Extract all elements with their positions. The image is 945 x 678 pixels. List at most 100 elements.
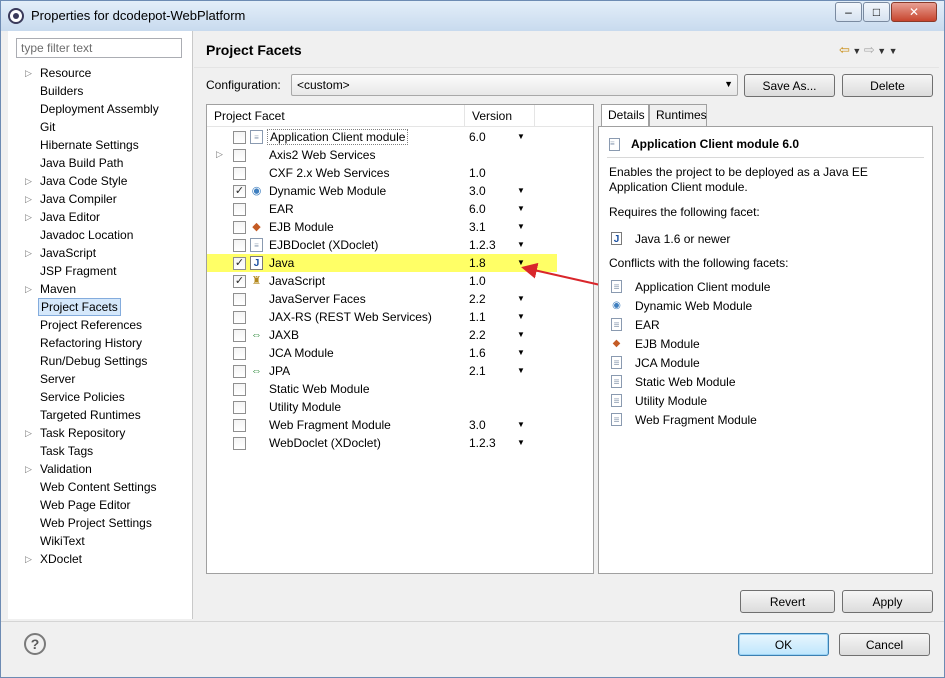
facet-version[interactable]: 1.2.3	[469, 238, 496, 252]
facet-version[interactable]: 3.0	[469, 418, 486, 432]
facet-version[interactable]: 3.1	[469, 220, 486, 234]
sidebar-item[interactable]: Server	[8, 370, 193, 388]
sidebar-item[interactable]: ▷ Validation	[8, 460, 193, 478]
facet-row[interactable]: CXF 2.x Web Services 1.0	[207, 164, 593, 182]
sidebar-item[interactable]: Task Tags	[8, 442, 193, 460]
expand-arrow-icon[interactable]: ▷	[25, 550, 35, 568]
facet-row[interactable]: Web Fragment Module 3.0 ▼	[207, 416, 593, 434]
chevron-down-icon[interactable]: ▼	[517, 186, 525, 195]
facet-row[interactable]: JPA 2.1 ▼	[207, 362, 593, 380]
facet-row[interactable]: EJB Module 3.1 ▼	[207, 218, 593, 236]
facet-row[interactable]: Application Client module 6.0 ▼	[207, 128, 593, 146]
facet-version[interactable]: 1.0	[469, 166, 486, 180]
expand-arrow-icon[interactable]: ▷	[25, 460, 35, 478]
facet-row[interactable]: EAR 6.0 ▼	[207, 200, 593, 218]
expand-arrow-icon[interactable]: ▷	[25, 244, 35, 262]
facet-version[interactable]: 2.1	[469, 364, 486, 378]
sidebar-item[interactable]: ▷ Java Code Style	[8, 172, 193, 190]
facet-checkbox[interactable]: ✓	[233, 257, 246, 270]
chevron-down-icon[interactable]: ▼	[517, 330, 525, 339]
sidebar-item[interactable]: Refactoring History	[8, 334, 193, 352]
facet-version[interactable]: 2.2	[469, 328, 486, 342]
sidebar-item[interactable]: Git	[8, 118, 193, 136]
sidebar-item[interactable]: ▷ Maven	[8, 280, 193, 298]
facet-version[interactable]: 6.0	[469, 202, 486, 216]
facet-checkbox[interactable]	[233, 401, 246, 414]
sidebar-item[interactable]: Java Build Path	[8, 154, 193, 172]
facet-checkbox[interactable]	[233, 365, 246, 378]
facet-version[interactable]: 1.1	[469, 310, 486, 324]
sidebar-item[interactable]: ▷ XDoclet	[8, 550, 193, 568]
filter-input[interactable]	[16, 38, 182, 58]
facet-checkbox[interactable]	[233, 149, 246, 162]
chevron-down-icon[interactable]: ▼	[875, 46, 889, 56]
save-as-button[interactable]: Save As...	[744, 74, 835, 97]
sidebar-item[interactable]: Service Policies	[8, 388, 193, 406]
sidebar-item[interactable]: Targeted Runtimes	[8, 406, 193, 424]
facet-version[interactable]: 2.2	[469, 292, 486, 306]
view-menu-icon[interactable]: ▼	[889, 46, 898, 56]
facet-row[interactable]: WebDoclet (XDoclet) 1.2.3 ▼	[207, 434, 593, 452]
expand-arrow-icon[interactable]: ▷	[216, 149, 223, 160]
sidebar-item[interactable]: Project Facets	[8, 298, 193, 316]
chevron-down-icon[interactable]: ▼	[517, 312, 525, 321]
facet-checkbox[interactable]	[233, 293, 246, 306]
facet-row[interactable]: JAXB 2.2 ▼	[207, 326, 593, 344]
expand-arrow-icon[interactable]: ▷	[25, 424, 35, 442]
facet-row[interactable]: Utility Module	[207, 398, 593, 416]
facet-checkbox[interactable]	[233, 221, 246, 234]
close-button[interactable]: ✕	[891, 2, 937, 22]
tab-runtimes[interactable]: Runtimes	[649, 104, 707, 126]
facet-checkbox[interactable]	[233, 329, 246, 342]
chevron-down-icon[interactable]: ▼	[517, 366, 525, 375]
ok-button[interactable]: OK	[738, 633, 829, 656]
chevron-down-icon[interactable]: ▼	[517, 240, 525, 249]
facet-row[interactable]: ✓ J Java 1.8 ▼	[207, 254, 557, 272]
facet-checkbox[interactable]	[233, 419, 246, 432]
facet-version[interactable]: 3.0	[469, 184, 486, 198]
cancel-button[interactable]: Cancel	[839, 633, 930, 656]
facet-version[interactable]: 1.0	[469, 274, 486, 288]
chevron-down-icon[interactable]: ▼	[517, 438, 525, 447]
delete-button[interactable]: Delete	[842, 74, 933, 97]
facet-checkbox[interactable]	[233, 383, 246, 396]
help-icon[interactable]: ?	[24, 633, 46, 655]
column-header-version[interactable]: Version	[472, 109, 512, 123]
sidebar-item[interactable]: Javadoc Location	[8, 226, 193, 244]
apply-button[interactable]: Apply	[842, 590, 933, 613]
expand-arrow-icon[interactable]: ▷	[25, 64, 35, 82]
facet-row[interactable]: JCA Module 1.6 ▼	[207, 344, 593, 362]
sidebar-item[interactable]: Builders	[8, 82, 193, 100]
expand-arrow-icon[interactable]: ▷	[25, 208, 35, 226]
minimize-button[interactable]: –	[835, 2, 862, 22]
configuration-select[interactable]: <custom> ▼	[291, 74, 738, 96]
sidebar-item[interactable]: Hibernate Settings	[8, 136, 193, 154]
facet-checkbox[interactable]	[233, 167, 246, 180]
facet-version[interactable]: 1.8	[469, 256, 486, 270]
sidebar-item[interactable]: ▷ Resource	[8, 64, 193, 82]
facet-checkbox[interactable]	[233, 131, 246, 144]
facet-row[interactable]: Static Web Module	[207, 380, 593, 398]
expand-arrow-icon[interactable]: ▷	[25, 190, 35, 208]
facet-checkbox[interactable]: ✓	[233, 275, 246, 288]
facet-row[interactable]: ▷ Axis2 Web Services	[207, 146, 593, 164]
sidebar-item[interactable]: Web Content Settings	[8, 478, 193, 496]
facet-checkbox[interactable]: ✓	[233, 185, 246, 198]
chevron-down-icon[interactable]: ▼	[517, 348, 525, 357]
revert-button[interactable]: Revert	[740, 590, 835, 613]
expand-arrow-icon[interactable]: ▷	[25, 172, 35, 190]
chevron-down-icon[interactable]: ▼	[517, 132, 525, 141]
sidebar-item[interactable]: ▷ Task Repository	[8, 424, 193, 442]
chevron-down-icon[interactable]: ▼	[517, 204, 525, 213]
tab-details[interactable]: Details	[601, 104, 649, 127]
maximize-button[interactable]: □	[863, 2, 890, 22]
facet-checkbox[interactable]	[233, 203, 246, 216]
chevron-down-icon[interactable]: ▼	[517, 222, 525, 231]
expand-arrow-icon[interactable]: ▷	[25, 280, 35, 298]
facet-version[interactable]: 6.0	[469, 130, 486, 144]
sidebar-item[interactable]: Project References	[8, 316, 193, 334]
sidebar-item[interactable]: WikiText	[8, 532, 193, 550]
facet-checkbox[interactable]	[233, 239, 246, 252]
facet-row[interactable]: JAX-RS (REST Web Services) 1.1 ▼	[207, 308, 593, 326]
facet-version[interactable]: 1.6	[469, 346, 486, 360]
